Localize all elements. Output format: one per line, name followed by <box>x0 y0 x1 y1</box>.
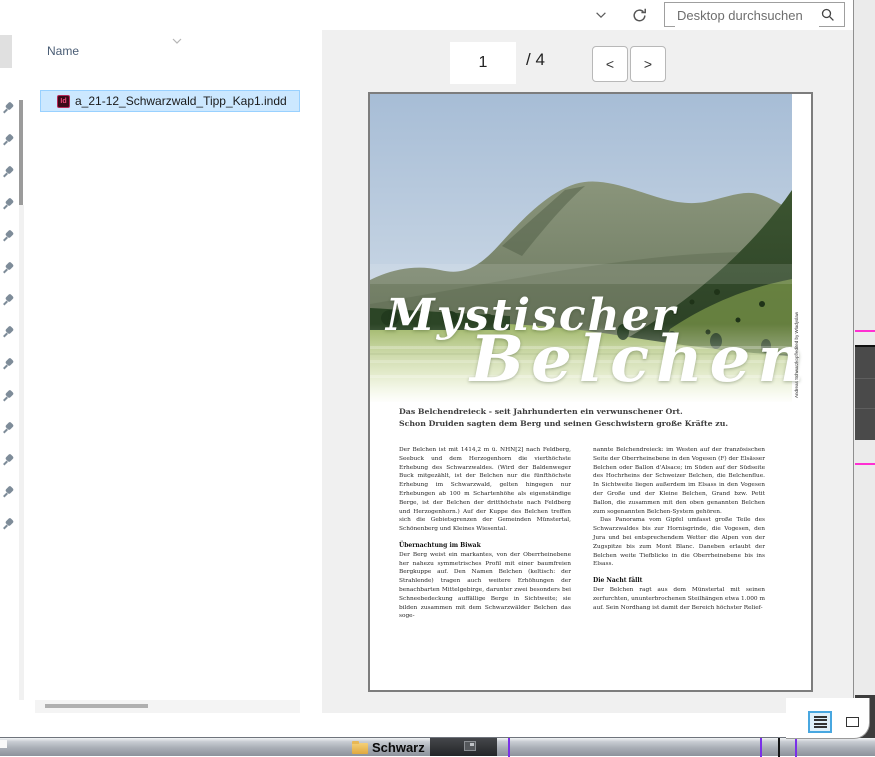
body-column-2: nannte Belchendreieck: im Westen auf der… <box>593 446 765 621</box>
nav-scrollbar-track[interactable] <box>19 205 24 700</box>
subheading: Übernachtung im Biwak <box>399 542 571 551</box>
toolbar <box>0 0 853 30</box>
nav-pane-fragment <box>0 35 12 68</box>
taskbar-fragment <box>0 740 7 748</box>
paragraph: Der Berg weist ein markantes, von der Ob… <box>399 551 571 621</box>
file-name: a_21-12_Schwarzwald_Tipp_Kap1.indd <box>75 94 287 108</box>
nav-scrollbar-thumb[interactable] <box>19 100 23 205</box>
list-view-button[interactable] <box>808 711 832 733</box>
subheading: Die Nacht fällt <box>593 577 765 586</box>
pin-icon <box>3 102 15 114</box>
pin-icon <box>3 454 15 466</box>
pin-icon <box>3 422 15 434</box>
horizontal-scrollbar[interactable] <box>35 700 300 713</box>
explorer-window: Name Id a_21-12_Schwarzwald_Tipp_Kap1.in… <box>0 0 853 737</box>
next-page-button[interactable]: > <box>630 46 666 82</box>
standfirst-line2: Schon Druiden sagten dem Berg und seinen… <box>399 418 769 430</box>
standfirst-line1: Das Belchendreieck - seit Jahrhunderten … <box>399 406 769 418</box>
previous-page-button[interactable]: < <box>592 46 628 82</box>
page-total-label: / 4 <box>526 50 545 70</box>
pin-icon <box>3 358 15 370</box>
search-box[interactable] <box>664 2 845 27</box>
file-row-selected[interactable]: Id a_21-12_Schwarzwald_Tipp_Kap1.indd <box>40 90 300 112</box>
pin-icon <box>3 486 15 498</box>
pin-icon <box>3 230 15 242</box>
taskbar-separator <box>778 738 780 757</box>
refresh-icon <box>631 7 648 24</box>
folder-icon <box>352 743 368 754</box>
taskbar: Schwarz <box>0 737 875 756</box>
photo-credit: Andreas Schwarzkopf/edited by Wladyslaw <box>794 292 799 398</box>
taskbar-pressed-button[interactable] <box>430 738 497 756</box>
pin-icon <box>3 326 15 338</box>
thumbnail-view-button[interactable] <box>840 711 864 733</box>
search-input[interactable] <box>675 4 819 27</box>
pin-icon <box>3 262 15 274</box>
taskbar-separator <box>795 738 797 757</box>
paragraph: nannte Belchendreieck: im Westen auf der… <box>593 446 765 516</box>
page-number-input[interactable] <box>450 42 516 84</box>
body-column-1: Der Belchen ist mit 1414,2 m ü. NHN[2] n… <box>399 446 571 621</box>
pin-icon <box>3 198 15 210</box>
pin-icon <box>3 294 15 306</box>
indesign-file-icon: Id <box>57 95 70 108</box>
paragraph: Der Belchen ragt aus dem Münstertal mit … <box>593 586 765 612</box>
taskbar-separator <box>760 738 762 757</box>
taskbar-task-button[interactable]: Schwarz <box>352 738 425 756</box>
refresh-button[interactable] <box>628 4 650 26</box>
magenta-guide-line <box>855 463 875 465</box>
paragraph: Der Belchen ist mit 1414,2 m ü. NHN[2] n… <box>399 446 571 534</box>
list-view-icon <box>814 716 827 728</box>
pin-icon <box>3 166 15 178</box>
sort-chevron-icon <box>172 38 182 44</box>
pin-icon <box>3 134 15 146</box>
search-icon[interactable] <box>820 7 836 23</box>
standfirst: Das Belchendreieck - seit Jahrhunderten … <box>399 406 769 429</box>
column-header-name[interactable]: Name <box>47 44 79 58</box>
taskbar-separator <box>508 738 510 757</box>
preview-pane: / 4 < > <box>322 30 853 713</box>
task-label: Schwarz <box>372 740 425 755</box>
view-toggle-panel <box>786 698 870 739</box>
article-title-word2: Belchen <box>470 328 811 392</box>
pin-icon <box>3 390 15 402</box>
magenta-guide-line <box>855 330 875 332</box>
dropdown-button[interactable] <box>590 4 612 26</box>
pin-icon <box>3 518 15 530</box>
horizontal-scrollbar-thumb[interactable] <box>45 704 148 708</box>
chevron-down-icon <box>594 8 608 22</box>
document-page: Mystischer Belchen Andreas Schwarzkopf/e… <box>368 92 813 692</box>
dark-panel <box>855 347 875 440</box>
app-icon <box>464 741 476 751</box>
paragraph: Das Panorama vom Gipfel umfasst große Te… <box>593 516 765 569</box>
thumbnail-view-icon <box>846 717 859 727</box>
body-columns: Der Belchen ist mit 1414,2 m ü. NHN[2] n… <box>399 446 765 621</box>
background-window-strip <box>853 0 875 737</box>
